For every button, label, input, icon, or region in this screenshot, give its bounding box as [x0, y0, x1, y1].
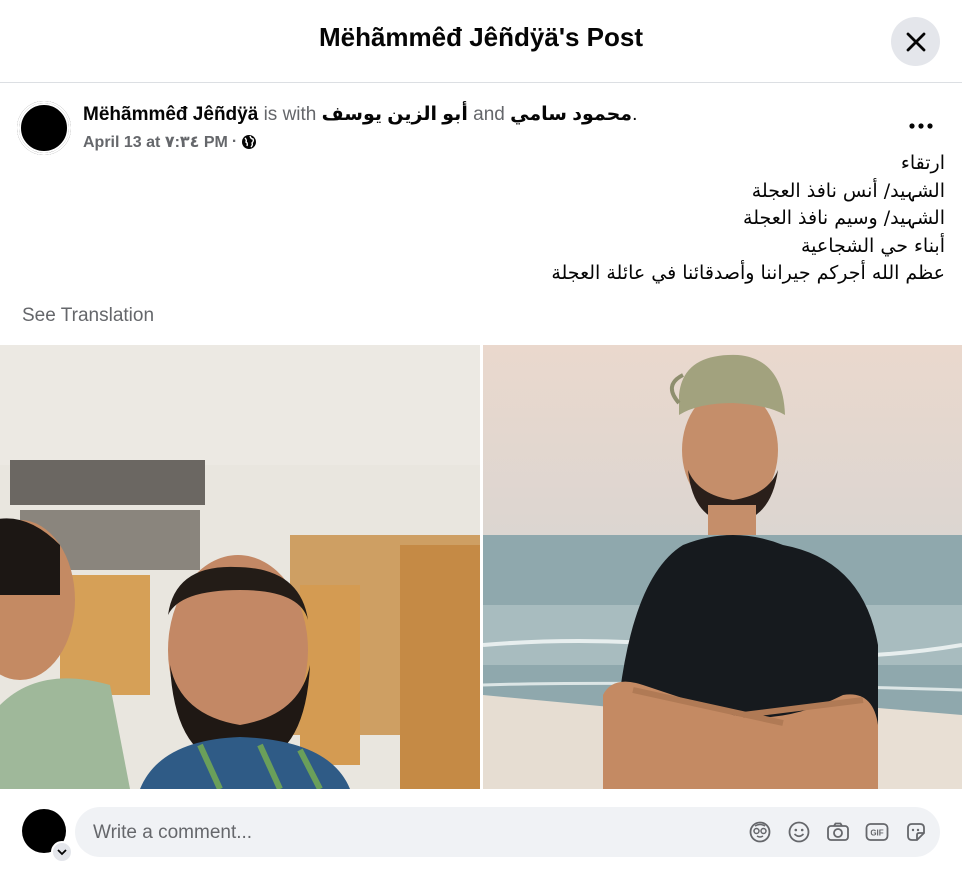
post-line: عظم الله أجركم جيراننا وأصدقائنا في عائل…: [551, 262, 945, 284]
more-icon: [909, 123, 933, 129]
post-line: أبناء حي الشجاعية: [800, 234, 945, 257]
author-avatar[interactable]: [17, 101, 71, 155]
camera-button[interactable]: [826, 820, 850, 844]
photo-1-image: [0, 345, 480, 789]
post-line: الشہيد/ وسيم نافذ العجلة: [743, 207, 945, 229]
comment-bar: GIF: [0, 789, 962, 881]
gif-icon: GIF: [865, 823, 889, 841]
post-line: الشہيد/ أنس نافذ العجلة: [751, 179, 945, 202]
gif-button[interactable]: GIF: [865, 820, 889, 844]
close-icon: [906, 32, 925, 51]
post-line: ارتقاء: [900, 152, 945, 174]
tagged-person-1[interactable]: أبو الزين يوسف: [322, 104, 468, 125]
more-options-button[interactable]: [906, 116, 936, 136]
sticker-button[interactable]: [904, 820, 928, 844]
avatar-sticker-button[interactable]: [748, 820, 772, 844]
close-button[interactable]: [891, 17, 940, 66]
end-punct: .: [632, 104, 638, 125]
emoji-icon: [788, 821, 810, 843]
chevron-down-icon: [57, 848, 67, 855]
photo-2[interactable]: [483, 345, 962, 789]
svg-text:GIF: GIF: [870, 829, 883, 838]
tagged-person-2[interactable]: محمود سامي: [510, 104, 632, 125]
photo-1[interactable]: [0, 345, 480, 789]
post-meta: April 13 at ٧:٣٤ PM ·: [83, 132, 257, 152]
see-translation-link[interactable]: See Translation: [22, 305, 154, 327]
globe-icon[interactable]: [241, 134, 257, 150]
avatar-sticker-icon: [749, 821, 771, 843]
post-date[interactable]: April 13 at ٧:٣٤ PM: [83, 132, 228, 152]
post-dialog-header: Mëhãmmêđ Jêñdÿä's Post: [0, 0, 962, 83]
photo-2-image: [483, 345, 962, 789]
meta-separator: ·: [231, 133, 238, 150]
dialog-title: Mëhãmmêđ Jêñdÿä's Post: [318, 22, 644, 52]
with-text: is with: [263, 104, 317, 125]
profile-switcher-button[interactable]: [51, 841, 73, 863]
photo-grid: [0, 345, 962, 789]
camera-icon: [827, 822, 849, 841]
and-text: and: [473, 104, 505, 125]
post-body: ارتقاء الشہيد/ أنس نافذ العجلة الشہيد/ و…: [345, 150, 945, 288]
sticker-icon: [907, 823, 925, 841]
comment-box: GIF: [75, 807, 940, 859]
author-name[interactable]: Mëhãmmêđ Jêñdÿä: [83, 104, 258, 125]
comment-input[interactable]: [91, 807, 735, 859]
comment-tools: GIF: [748, 820, 928, 844]
author-line: Mëhãmmêđ Jêñdÿä is with أبو الزين يوسف a…: [83, 103, 637, 126]
emoji-button[interactable]: [787, 820, 811, 844]
